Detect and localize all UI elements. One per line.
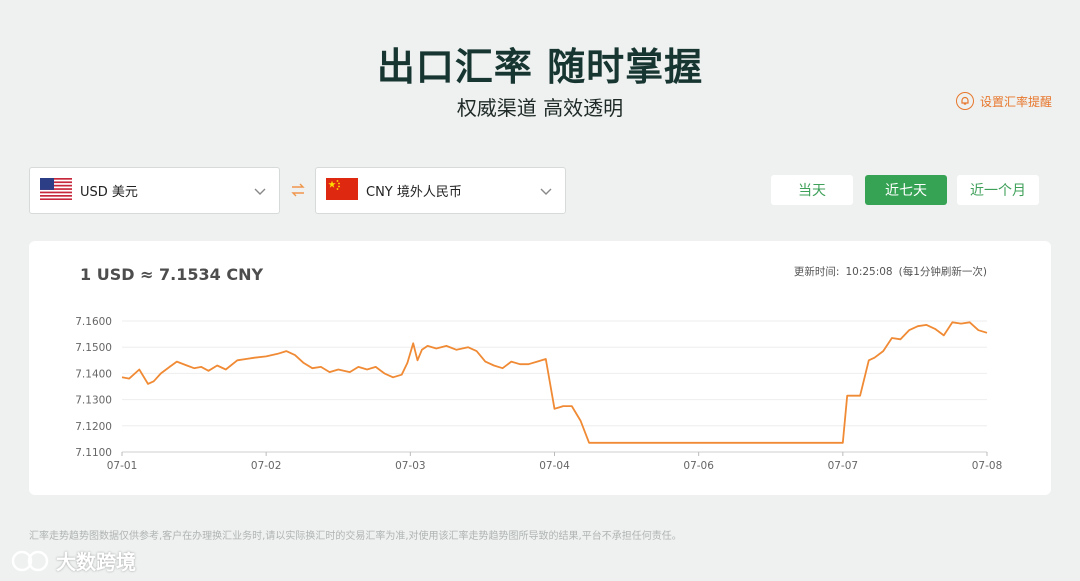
series-line [121,321,988,444]
set-rate-alert-label: 设置汇率提醒 [979,94,1052,109]
hero-title: 出口汇率 随时掌握 [376,45,704,89]
x-tick-label: 07-03 [395,460,426,472]
set-rate-alert-link[interactable]: 设置汇率提醒 [955,92,1052,110]
from-currency-select[interactable]: USD 美元 [29,167,280,214]
y-tick-label: 7.1200 [75,421,112,433]
y-tick-label: 7.1500 [75,342,112,354]
y-tick-label: 7.1600 [75,316,112,328]
y-tick-label: 7.1300 [75,395,112,407]
y-tick-label: 7.1400 [75,368,112,380]
watermark-logo: 大数跨境 [10,546,136,575]
x-tick-label: 07-08 [972,460,1003,472]
chart-card: 1 USD ≈ 7.1534 CNY 更新时间: 10:25:08 (每1分钟刷新一… [29,241,1051,495]
x-tick-label: 07-01 [107,460,138,472]
bell-icon [955,92,974,110]
from-currency-label: USD 美元 [80,185,138,200]
range-1month-button[interactable]: 近一个月 [957,175,1039,205]
x-tick-label: 07-06 [683,460,714,472]
y-tick-label: 7.1100 [75,447,112,459]
hero-subtitle: 权威渠道 高效透明 [456,96,624,120]
x-tick-label: 07-02 [251,460,282,472]
to-currency-select[interactable]: CNY 境外人民币 [315,167,566,214]
rate-chart[interactable]: 7.16007.15007.14007.13007.12007.110007-0… [29,241,1051,495]
x-tick-label: 07-07 [828,460,859,472]
range-7days-button[interactable]: 近七天 [865,175,947,205]
disclaimer: 汇率走势趋势图数据仅供参考,客户在办理换汇业务时,请以实际换汇时的交易汇率为准,… [29,531,682,542]
watermark-text: 大数跨境 [56,550,136,574]
x-tick-label: 07-04 [539,460,570,472]
chevron-down-icon [253,183,267,197]
chevron-down-icon [539,183,553,197]
cn-flag-icon [326,177,358,204]
us-flag-icon [40,177,72,204]
swap-icon[interactable] [289,181,307,199]
range-today-button[interactable]: 当天 [771,175,853,205]
watermark-icon [11,550,49,571]
to-currency-label: CNY 境外人民币 [366,185,462,200]
